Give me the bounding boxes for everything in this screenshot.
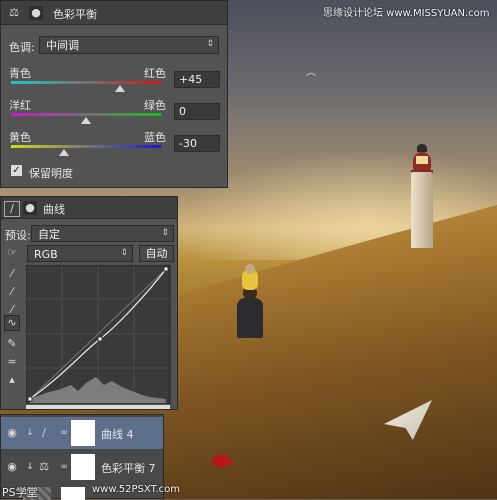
scale-icon: ⚖ — [39, 460, 49, 473]
tone-select-value: 中间调 — [46, 39, 79, 52]
scale-icon: ⚖ — [9, 6, 19, 19]
mask-icon[interactable]: ● — [29, 6, 43, 20]
curves-title: 曲线 — [43, 203, 65, 216]
yellow-blue-slider[interactable] — [11, 145, 161, 148]
eye-icon[interactable]: ◉ — [5, 426, 19, 440]
color-balance-title: 色彩平衡 — [53, 8, 97, 21]
clip-arrow-icon: ↓ — [26, 462, 34, 472]
magenta-green-input[interactable]: 0 — [174, 103, 220, 120]
chevron-updown-icon: ⇕ — [161, 228, 169, 238]
blue-label: 蓝色 — [144, 131, 166, 144]
layer-mask-thumb[interactable] — [71, 454, 95, 480]
clip-arrow-icon: ↓ — [26, 428, 34, 438]
preset-select[interactable]: 自定 ⇕ — [31, 225, 174, 242]
eyedropper-icon[interactable]: ⁄ — [5, 267, 19, 281]
layer-name: 曲线 4 — [101, 428, 134, 441]
cyan-red-slider[interactable] — [11, 81, 161, 84]
curves-panel: ∕ ● 曲线 预设: 自定 ⇕ ☞ RGB ⇕ 自动 ⁄ ⁄ ⁄ ∿ ✎ ≈ ▴ — [0, 196, 178, 410]
yellow-blue-input[interactable]: -30 — [174, 135, 220, 152]
curves-icon: ∕ — [4, 201, 20, 217]
watermark-bottom-left: PS学堂 — [2, 486, 38, 499]
layer-mask-thumb[interactable] — [71, 420, 95, 446]
link-icon[interactable]: ∞ — [57, 460, 71, 474]
preserve-luminosity-label: 保留明度 — [29, 167, 73, 180]
seagull-icon: ⌒ — [306, 74, 316, 85]
eyedropper-icon[interactable]: ⁄ — [5, 285, 19, 299]
chevron-updown-icon: ⇕ — [120, 248, 128, 258]
watermark-bottom-url: www.52PSXT.com — [92, 484, 181, 495]
link-icon[interactable]: ∞ — [57, 426, 71, 440]
red-label: 红色 — [144, 67, 166, 80]
curves-header: ∕ ● 曲线 — [1, 197, 177, 219]
magenta-label: 洋红 — [9, 99, 31, 112]
cyan-red-input[interactable]: +45 — [174, 71, 220, 88]
channel-select-value: RGB — [34, 248, 58, 261]
color-balance-header: ⚖ ● 色彩平衡 — [1, 1, 227, 25]
smooth-icon[interactable]: ≈ — [5, 355, 19, 369]
layer-row[interactable]: ◉ ↓ ∕ ∞ 曲线 4 — [1, 417, 163, 449]
yellow-blue-thumb[interactable] — [59, 149, 69, 156]
color-balance-panel: ⚖ ● 色彩平衡 色调: 中间调 ⇕ 青色 红色 +45 洋红 绿色 0 黄色 … — [0, 0, 228, 188]
eye-icon[interactable]: ◉ — [5, 460, 19, 474]
layer-mask-thumb — [61, 487, 85, 500]
cyan-label: 青色 — [9, 67, 31, 80]
channel-select[interactable]: RGB ⇕ — [27, 245, 133, 262]
red-object — [212, 455, 232, 467]
man-carrying-child — [233, 264, 267, 338]
curve-point-icon[interactable]: ∿ — [4, 315, 20, 331]
layer-name: 色彩平衡 7 — [101, 462, 156, 475]
auto-button[interactable]: 自动 — [139, 245, 174, 262]
green-label: 绿色 — [144, 99, 166, 112]
pencil-icon[interactable]: ✎ — [5, 337, 19, 351]
lighthouse — [407, 142, 437, 248]
preset-label: 预设: — [5, 229, 31, 242]
preset-select-value: 自定 — [38, 228, 60, 241]
layer-row[interactable]: ◉ ↓ ⚖ ∞ 色彩平衡 7 — [1, 451, 163, 483]
checkbox-icon[interactable]: ✓ — [11, 165, 22, 176]
magenta-green-slider[interactable] — [11, 113, 161, 116]
watermark-top: 思缘设计论坛 www.MISSYUAN.com — [323, 8, 490, 19]
magenta-green-thumb[interactable] — [81, 117, 91, 124]
hand-icon[interactable]: ☞ — [5, 246, 19, 260]
mask-icon[interactable]: ● — [23, 201, 37, 215]
chevron-updown-icon: ⇕ — [206, 39, 214, 49]
tone-label: 色调: — [9, 41, 35, 54]
curves-graph[interactable] — [26, 265, 174, 409]
curves-icon: ∕ — [42, 426, 46, 439]
cyan-red-thumb[interactable] — [115, 85, 125, 92]
histogram-icon[interactable]: ▴ — [5, 373, 19, 387]
yellow-label: 黄色 — [9, 131, 31, 144]
tone-select[interactable]: 中间调 ⇕ — [39, 36, 219, 54]
